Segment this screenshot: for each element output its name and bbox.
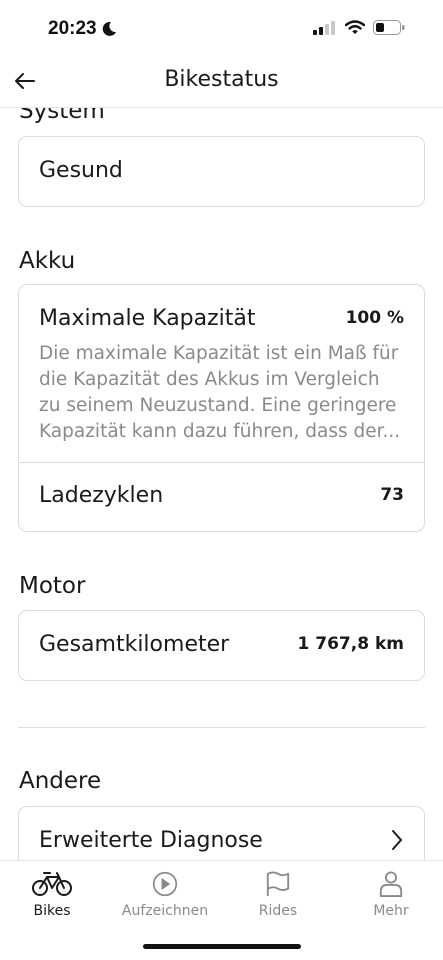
wifi-icon [345,20,365,34]
signal-icon [313,20,335,35]
capacity-value: 100 % [345,308,404,328]
section-title-akku: Akku [19,248,76,274]
tab-aufzeichnen[interactable]: Aufzeichnen [110,871,220,919]
akku-card: Maximale Kapazität 100 % Die maximale Ka… [18,284,425,532]
motor-card: Gesamtkilometer 1 767,8 km [18,610,425,681]
tab-rides[interactable]: Rides [223,871,333,919]
person-icon [379,871,403,897]
section-title-system: System [19,108,105,124]
tab-mehr[interactable]: Mehr [336,871,443,919]
section-title-motor: Motor [19,573,86,599]
chevron-right-icon [392,830,402,850]
section-title-andere: Andere [19,768,102,794]
flag-icon [266,871,290,897]
tab-aufzeichnen-label: Aufzeichnen [121,903,209,919]
diagnose-card[interactable]: Erweiterte Diagnose [18,806,425,860]
page-title: Bikestatus [164,67,279,92]
km-label: Gesamtkilometer [39,632,230,657]
diagnose-label: Erweiterte Diagnose [39,828,263,853]
section-divider [18,727,425,728]
bike-icon [32,872,72,896]
home-indicator [143,944,301,949]
cycles-value: 73 [380,485,404,505]
km-value: 1 767,8 km [297,634,404,654]
tab-bikes[interactable]: Bikes [0,871,107,919]
card-divider [19,462,424,463]
battery-icon [373,20,405,35]
tab-rides-label: Rides [258,903,298,919]
tab-bikes-label: Bikes [33,903,71,919]
moon-icon [102,21,116,36]
tab-mehr-label: Mehr [373,903,409,919]
play-icon [152,871,178,897]
scroll-content[interactable]: System Gesund Akku Maximale Kapazität 10… [0,108,443,860]
status-time: 20:23 [48,18,97,39]
nav-bar: Bikestatus [0,58,443,108]
system-card: Gesund [18,136,425,207]
capacity-description: Die maximale Kapazität ist ein Maß für d… [39,343,401,442]
system-status: Gesund [39,158,123,183]
status-bar: 20:23 [0,0,443,58]
capacity-label: Maximale Kapazität [39,306,256,331]
cycles-label: Ladezyklen [39,483,164,508]
